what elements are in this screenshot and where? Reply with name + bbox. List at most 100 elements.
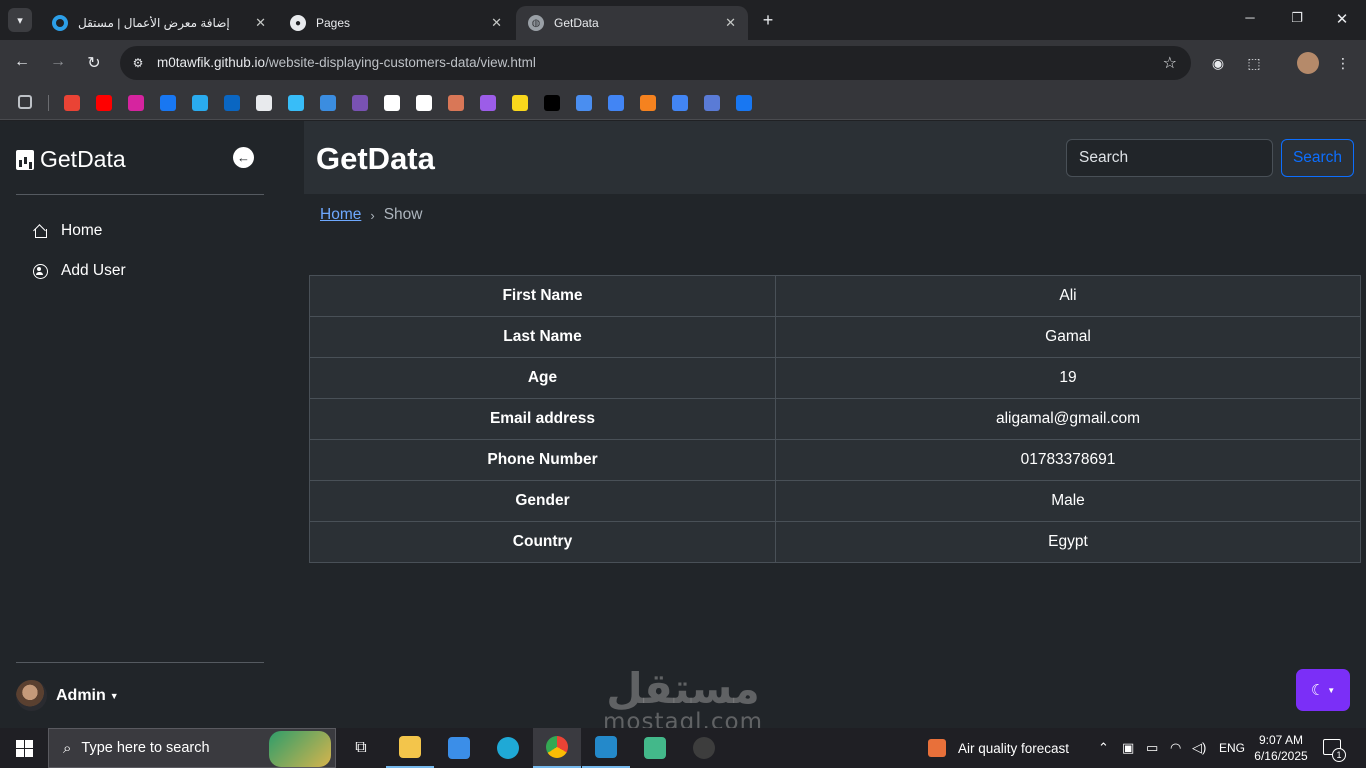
table-row: Age 19	[309, 357, 1361, 399]
user-circle-icon	[32, 263, 48, 279]
theme-toggle-button[interactable]: ☾ ▼	[1296, 669, 1350, 711]
wifi-icon[interactable]: ◠	[1170, 740, 1181, 756]
battery-icon[interactable]: ▭	[1146, 740, 1158, 756]
minimize-icon[interactable]: ─	[1240, 10, 1260, 25]
file-explorer-icon[interactable]	[386, 728, 434, 768]
page-title: GetData	[316, 141, 435, 176]
sidebar-item-home[interactable]: Home	[32, 219, 102, 243]
instagram-icon[interactable]	[128, 95, 144, 111]
bolt-icon[interactable]	[512, 95, 528, 111]
field-label: Last Name	[309, 316, 776, 358]
github-icon[interactable]	[256, 95, 272, 111]
linkedin-icon[interactable]	[224, 95, 240, 111]
close-tab-icon[interactable]: ✕	[491, 15, 502, 31]
field-value: 19	[775, 357, 1361, 399]
clipboard-data-icon	[16, 149, 34, 170]
field-label: Country	[309, 521, 776, 563]
fire-icon[interactable]	[640, 95, 656, 111]
windows-start-icon[interactable]	[16, 740, 33, 757]
url-text: m0tawfik.github.io/website-displaying-cu…	[157, 55, 536, 70]
field-value: Egypt	[775, 521, 1361, 563]
claude-icon[interactable]	[448, 95, 464, 111]
divider	[16, 194, 264, 195]
table-row: Last Name Gamal	[309, 316, 1361, 358]
breadcrumb-current: Show	[383, 206, 423, 223]
copilot-icon[interactable]	[480, 95, 496, 111]
bootstrap-icon[interactable]	[352, 95, 368, 111]
restore-icon[interactable]: ❐	[1287, 10, 1307, 26]
app-icon[interactable]	[631, 728, 679, 768]
user-dropdown[interactable]: Admin ▼	[16, 680, 119, 711]
bookmarks-bar	[0, 86, 1366, 120]
collapse-sidebar-button[interactable]: ←	[233, 147, 254, 168]
task-view-icon[interactable]: ⧉	[337, 728, 385, 768]
tab-pages[interactable]: ● Pages ✕	[278, 6, 514, 40]
tensorflow-icon[interactable]	[320, 95, 336, 111]
facebook-icon[interactable]	[160, 95, 176, 111]
search-button[interactable]: Search	[1281, 139, 1354, 177]
person-icon[interactable]	[704, 95, 720, 111]
taskbar: ⌕ Type here to search ⧉ Air quality fore…	[0, 728, 1366, 768]
vscode-icon[interactable]	[582, 728, 630, 768]
reload-icon[interactable]: ↻	[84, 53, 104, 73]
clock[interactable]: 9:07 AM 6/16/2025	[1248, 732, 1314, 764]
telegram-icon[interactable]	[192, 95, 208, 111]
tailwind-icon[interactable]	[288, 95, 304, 111]
meta-icon[interactable]	[736, 95, 752, 111]
chevron-up-icon[interactable]: ⌃	[1098, 740, 1109, 756]
avatar	[16, 680, 47, 711]
caret-down-icon: ▼	[109, 690, 119, 701]
field-label: Gender	[309, 480, 776, 522]
close-window-icon[interactable]: ✕	[1332, 10, 1352, 28]
volume-icon[interactable]: ◁)	[1192, 740, 1206, 756]
incognito-extension-icon[interactable]: ◉	[1207, 52, 1229, 74]
taskbar-search-box[interactable]: ⌕ Type here to search	[48, 728, 336, 768]
close-tab-icon[interactable]: ✕	[255, 15, 266, 31]
field-value: aligamal@gmail.com	[775, 398, 1361, 440]
openai-icon[interactable]	[416, 95, 432, 111]
youtube-icon[interactable]	[96, 95, 112, 111]
bookmark-star-icon[interactable]: ☆	[1163, 53, 1177, 73]
profile-avatar[interactable]	[1297, 52, 1319, 74]
weather-widget[interactable]: Air quality forecast	[928, 728, 1069, 768]
search-input[interactable]	[1066, 139, 1273, 177]
forward-icon[interactable]: →	[48, 53, 68, 71]
brand[interactable]: GetData	[16, 146, 126, 173]
terminal-icon[interactable]	[544, 95, 560, 111]
gmail-icon[interactable]	[64, 95, 80, 111]
translate-icon[interactable]	[672, 95, 688, 111]
forms-icon[interactable]	[608, 95, 624, 111]
site-info-icon[interactable]: ⚙	[128, 53, 148, 73]
new-tab-icon[interactable]: +	[758, 10, 778, 31]
tab-title: GetData	[554, 16, 599, 30]
field-value: Gamal	[775, 316, 1361, 358]
breadcrumb: Home › Show	[320, 206, 422, 224]
extensions-icon[interactable]: ⬚	[1243, 52, 1265, 74]
sidebar-item-add-user[interactable]: Add User	[32, 259, 126, 283]
time: 9:07 AM	[1258, 733, 1304, 747]
app-icon[interactable]	[680, 728, 728, 768]
tab-getdata[interactable]: ◍ GetData ✕	[516, 6, 748, 40]
tab-search-chevron-icon[interactable]: ▾	[8, 8, 32, 32]
field-value: 01783378691	[775, 439, 1361, 481]
bookmarks-separator	[48, 95, 49, 111]
breadcrumb-home-link[interactable]: Home	[320, 206, 361, 224]
apps-grid-icon[interactable]	[18, 95, 32, 109]
chrome-icon[interactable]	[533, 728, 581, 768]
meet-icon[interactable]: ▣	[1122, 740, 1134, 756]
language-indicator[interactable]: ENG	[1219, 728, 1245, 768]
notification-count: 1	[1332, 748, 1346, 762]
flag-icon[interactable]	[576, 95, 592, 111]
address-bar[interactable]: ⚙ m0tawfik.github.io/website-displaying-…	[120, 46, 1191, 80]
field-value: Male	[775, 480, 1361, 522]
microsoft-store-icon[interactable]	[435, 728, 483, 768]
mostaql-icon	[52, 15, 68, 31]
notion-icon[interactable]	[384, 95, 400, 111]
kebab-menu-icon[interactable]: ⋮	[1332, 52, 1354, 74]
tab-title: Pages	[316, 16, 351, 30]
edge-icon[interactable]	[484, 728, 532, 768]
tab-mostaql[interactable]: إضافة معرض الأعمال | مستقل ✕	[40, 6, 278, 40]
globe-icon: ◍	[528, 15, 544, 31]
close-tab-icon[interactable]: ✕	[725, 15, 736, 31]
back-icon[interactable]: ←	[12, 53, 32, 71]
